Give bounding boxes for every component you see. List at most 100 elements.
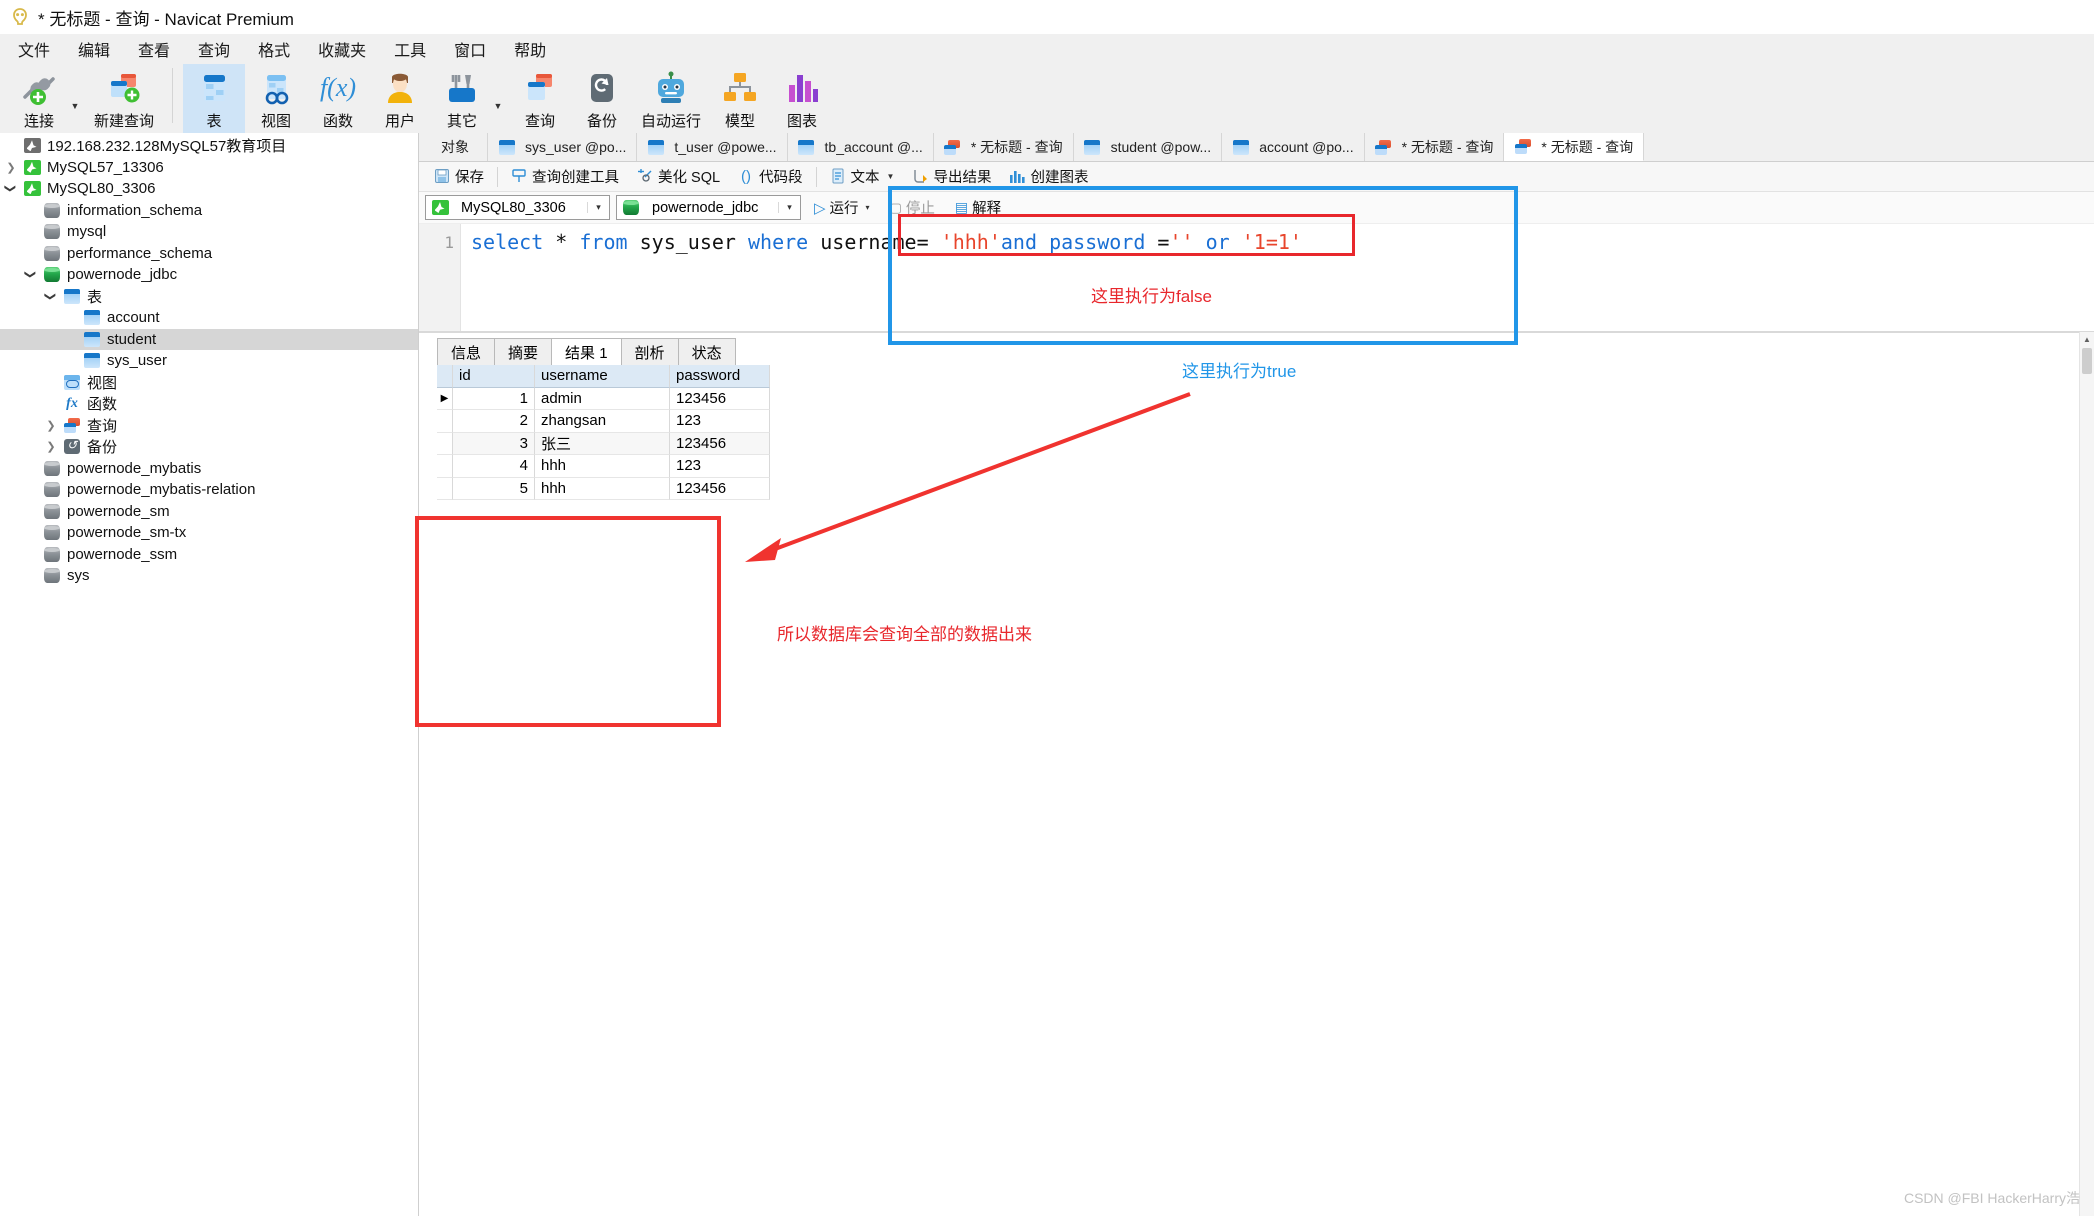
cell-username[interactable]: zhangsan [535, 410, 670, 433]
tree-node[interactable]: sys_user [0, 350, 418, 372]
cell-id[interactable]: 4 [453, 455, 535, 478]
row-marker-cell[interactable] [437, 477, 453, 500]
result-vertical-scrollbar[interactable]: ▲ [2079, 332, 2094, 1216]
chevron-down-icon[interactable]: ▼ [68, 79, 82, 119]
document-tab[interactable]: t_user @powe... [637, 133, 788, 161]
toolbar-button-新建查询[interactable]: 新建查询 [86, 64, 162, 133]
toolbar-button-模型[interactable]: 模型 [709, 64, 771, 133]
tree-node[interactable]: 192.168.232.128MySQL57教育项目 [0, 135, 418, 157]
menu-query[interactable]: 查询 [184, 33, 244, 65]
menu-file[interactable]: 文件 [4, 33, 64, 65]
query-toolbar-查询创建工具[interactable]: 查询创建工具 [502, 164, 628, 189]
chevron-down-icon[interactable]: ❯ [20, 268, 42, 281]
toolbar-button-查询[interactable]: 查询 [509, 64, 571, 133]
chevron-down-icon[interactable]: ▼ [491, 79, 505, 119]
chevron-down-icon[interactable]: ▾ [587, 202, 605, 213]
result-grid[interactable]: id username password ▶ 1 admin 123456 2 zhangsan… [437, 365, 770, 500]
tree-node[interactable]: powernode_ssm [0, 544, 418, 566]
toolbar-button-表[interactable]: 表 [183, 64, 246, 133]
tree-node[interactable]: performance_schema [0, 243, 418, 265]
query-toolbar-创建图表[interactable]: 创建图表 [1000, 164, 1097, 189]
tree-node[interactable]: powernode_mybatis-relation [0, 479, 418, 501]
tree-node[interactable]: powernode_sm [0, 501, 418, 523]
tree-node[interactable]: ❯ 备份 [0, 436, 418, 458]
toolbar-button-用户[interactable]: 用户 [369, 64, 431, 133]
cell-username[interactable]: hhh [535, 455, 670, 478]
toolbar-button-备份[interactable]: 备份 [571, 64, 633, 133]
cell-id[interactable]: 1 [453, 387, 535, 410]
connection-select[interactable]: MySQL80_3306 ▾ [425, 195, 610, 220]
result-tab[interactable]: 结果 1 [551, 338, 622, 366]
tree-node[interactable]: account [0, 307, 418, 329]
database-select[interactable]: powernode_jdbc ▾ [616, 195, 801, 220]
chevron-down-icon[interactable]: ❯ [40, 290, 62, 303]
result-tab[interactable]: 信息 [437, 338, 496, 366]
tree-node[interactable]: ❯ MySQL80_3306 [0, 178, 418, 200]
sql-code[interactable]: select * from sys_user where username= '… [471, 230, 1302, 254]
column-header[interactable]: username [535, 365, 670, 388]
row-marker-cell[interactable]: ▶ [437, 387, 453, 410]
document-tab[interactable]: tb_account @... [787, 133, 934, 161]
result-tab[interactable]: 剖析 [620, 338, 679, 366]
document-tab[interactable]: * 无标题 - 查询 [1504, 133, 1645, 161]
cell-username[interactable]: 张三 [535, 432, 670, 455]
document-tab[interactable]: student @pow... [1073, 133, 1223, 161]
document-tab[interactable]: 对象 [423, 133, 488, 161]
scroll-thumb[interactable] [2082, 348, 2092, 374]
query-toolbar-代码段[interactable]: () 代码段 [729, 164, 812, 189]
run-button[interactable]: ▷ 运行 ▾ [807, 195, 877, 220]
result-tab[interactable]: 状态 [677, 338, 736, 366]
tree-node[interactable]: powernode_sm-tx [0, 522, 418, 544]
result-tab[interactable]: 摘要 [494, 338, 553, 366]
toolbar-button-连接[interactable]: 连接 [8, 64, 70, 133]
menu-edit[interactable]: 编辑 [64, 33, 124, 65]
toolbar-button-视图[interactable]: 视图 [245, 64, 307, 133]
toolbar-button-图表[interactable]: 图表 [771, 64, 833, 133]
menu-view[interactable]: 查看 [124, 33, 184, 65]
column-header[interactable]: id [453, 365, 535, 388]
tree-node[interactable]: information_schema [0, 200, 418, 222]
chevron-right-icon[interactable]: ❯ [40, 440, 62, 453]
tree-node[interactable]: sys [0, 565, 418, 587]
query-toolbar-保存[interactable]: 保存 [425, 164, 493, 189]
tree-node[interactable]: 视图 [0, 372, 418, 394]
table-row[interactable]: 4 hhh 123 [437, 455, 770, 478]
cell-id[interactable]: 3 [453, 432, 535, 455]
row-marker-cell[interactable] [437, 432, 453, 455]
cell-password[interactable]: 123456 [670, 387, 770, 410]
chevron-down-icon[interactable]: ▼ [887, 172, 895, 181]
tree-node[interactable]: ❯ 查询 [0, 415, 418, 437]
stop-button[interactable]: ▢ 停止 [883, 195, 942, 220]
toolbar-button-其它[interactable]: 其它 [431, 64, 493, 133]
chevron-right-icon[interactable]: ❯ [0, 161, 22, 174]
cell-password[interactable]: 123456 [670, 477, 770, 500]
table-row[interactable]: 5 hhh 123456 [437, 477, 770, 500]
explain-button[interactable]: ▤ 解释 [948, 195, 1008, 220]
tree-node[interactable]: fx 函数 [0, 393, 418, 415]
chevron-down-icon[interactable]: ▾ [778, 202, 796, 213]
document-tab[interactable]: * 无标题 - 查询 [1364, 133, 1505, 161]
document-tab[interactable]: account @po... [1222, 133, 1365, 161]
cell-id[interactable]: 5 [453, 477, 535, 500]
toolbar-button-自动运行[interactable]: 自动运行 [633, 64, 709, 133]
sql-editor[interactable]: 1 select * from sys_user where username=… [419, 224, 2094, 332]
toolbar-button-函数[interactable]: f(x) 函数 [307, 64, 369, 133]
chevron-down-icon[interactable]: ▾ [866, 203, 870, 212]
cell-password[interactable]: 123 [670, 455, 770, 478]
menu-window[interactable]: 窗口 [440, 33, 500, 65]
scroll-up-arrow[interactable]: ▲ [2080, 332, 2094, 347]
table-row[interactable]: 2 zhangsan 123 [437, 410, 770, 433]
cell-password[interactable]: 123456 [670, 432, 770, 455]
column-header[interactable]: password [670, 365, 770, 388]
cell-password[interactable]: 123 [670, 410, 770, 433]
row-marker-cell[interactable] [437, 455, 453, 478]
tree-node[interactable]: ❯ 表 [0, 286, 418, 308]
table-row[interactable]: 3 张三 123456 [437, 432, 770, 455]
cell-username[interactable]: admin [535, 387, 670, 410]
row-marker-cell[interactable] [437, 410, 453, 433]
chevron-right-icon[interactable]: ❯ [40, 419, 62, 432]
cell-id[interactable]: 2 [453, 410, 535, 433]
document-tab[interactable]: sys_user @po... [488, 133, 638, 161]
query-toolbar-美化 SQL[interactable]: 美化 SQL [628, 164, 729, 189]
menu-tools[interactable]: 工具 [380, 33, 440, 65]
